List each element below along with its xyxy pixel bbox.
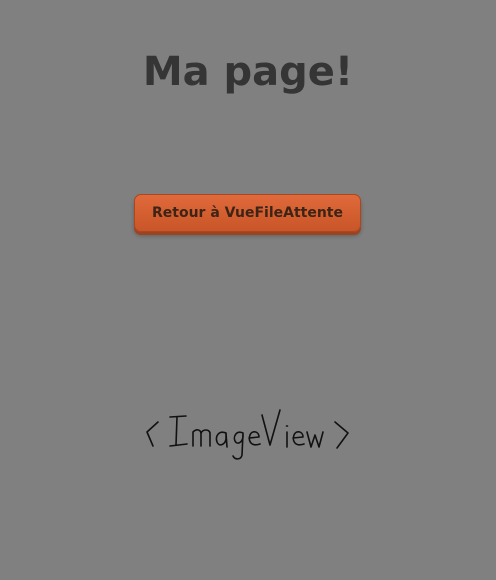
imageview-handwritten-label (146, 409, 349, 460)
image-view-placeholder (140, 402, 356, 468)
page-title: Ma page! (142, 49, 354, 95)
back-to-queue-button[interactable]: Retour à VueFileAttente (134, 194, 361, 232)
